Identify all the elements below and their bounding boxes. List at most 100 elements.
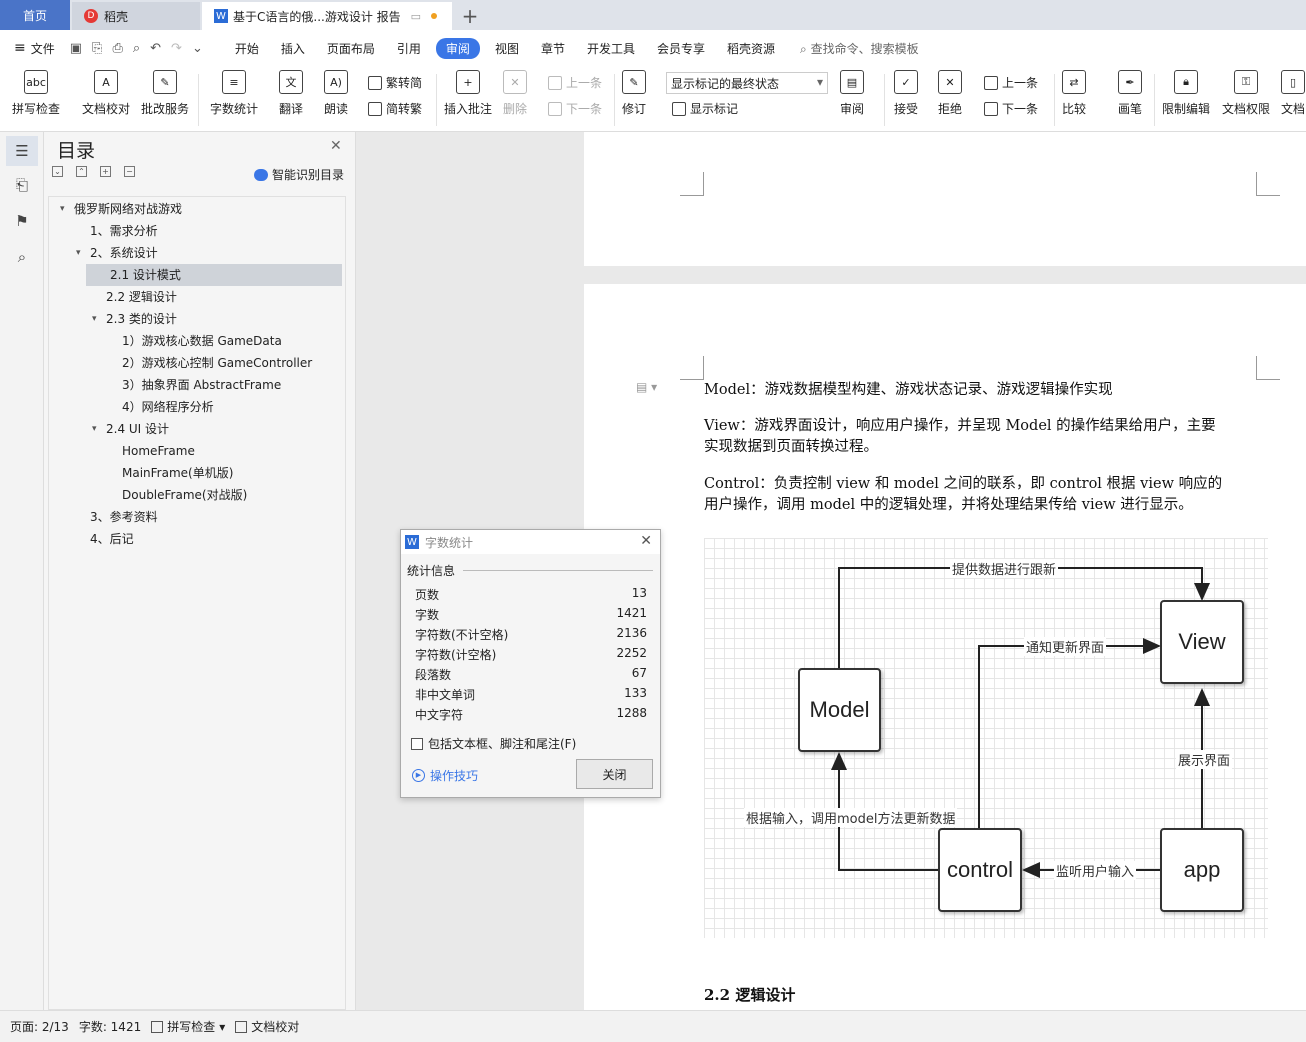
- word-count-indicator[interactable]: 字数: 1421: [79, 1018, 141, 1035]
- toc-item[interactable]: 4、后记: [44, 528, 356, 550]
- toc-item[interactable]: ▾ 俄罗斯网络对战游戏: [44, 198, 356, 220]
- toc-item[interactable]: 3、参考资料: [44, 506, 356, 528]
- status-spell-check[interactable]: 拼写检查 ▾: [151, 1018, 225, 1035]
- ribbon-divider: [884, 74, 885, 126]
- next-comment-button[interactable]: 下一条: [548, 100, 602, 117]
- menu-start[interactable]: 开始: [235, 40, 259, 57]
- chevron-down-icon[interactable]: ▾: [76, 242, 81, 264]
- menu-member[interactable]: 会员专享: [657, 40, 705, 57]
- toc-item[interactable]: 1、需求分析: [44, 220, 356, 242]
- toc-item[interactable]: 3）抽象界面 AbstractFrame: [44, 374, 356, 396]
- pen-button[interactable]: ✒ 画笔: [1118, 70, 1142, 117]
- chevron-down-icon[interactable]: ▾: [60, 198, 65, 220]
- proofread-icon: [235, 1020, 248, 1033]
- tab-home[interactable]: 首页: [0, 0, 70, 30]
- chevron-down-icon[interactable]: ⌄: [192, 41, 203, 56]
- menu-doke-resources[interactable]: 稻壳资源: [727, 40, 775, 57]
- menu-insert[interactable]: 插入: [281, 40, 305, 57]
- page-indicator[interactable]: 页面: 2/13: [10, 1018, 69, 1035]
- document-page: ▤ ▾ Model：游戏数据模型构建、游戏状态记录、游戏逻辑操作实现 View：…: [584, 284, 1306, 1010]
- smart-toc-button[interactable]: 智能识别目录: [254, 166, 344, 183]
- accept-button[interactable]: ✓ 接受: [894, 70, 918, 117]
- toc-item[interactable]: ▾ 2.3 类的设计: [44, 308, 356, 330]
- proofread-button[interactable]: A 文档校对: [82, 70, 130, 117]
- menu-review[interactable]: 审阅: [435, 37, 480, 59]
- status-proofread[interactable]: 文档校对: [235, 1018, 299, 1035]
- doc-more-button[interactable]: ▯ 文档: [1281, 70, 1305, 117]
- menu-view[interactable]: 视图: [495, 40, 519, 57]
- close-icon[interactable]: ✕: [330, 138, 342, 154]
- tab-doke[interactable]: D 稻壳: [72, 2, 200, 30]
- redo-icon[interactable]: ↷: [171, 41, 182, 56]
- toc-item[interactable]: ▾ 2、系统设计: [44, 242, 356, 264]
- review-pane-button[interactable]: ▤ 审阅: [840, 70, 864, 117]
- menu-reference[interactable]: 引用: [397, 40, 421, 57]
- track-changes-button[interactable]: ✎ 修订: [622, 70, 646, 117]
- show-marks-button[interactable]: 显示标记: [672, 100, 738, 117]
- close-button[interactable]: 关闭: [576, 759, 653, 789]
- menu-devtools[interactable]: 开发工具: [587, 40, 635, 57]
- bookmark-icon[interactable]: ⚑: [12, 212, 32, 232]
- insert-comment-icon: +: [456, 70, 480, 94]
- toc-item[interactable]: DoubleFrame(对战版): [44, 484, 356, 506]
- chapter-nav-icon[interactable]: ⎗: [12, 176, 32, 196]
- toc-item[interactable]: 2.2 逻辑设计: [44, 286, 356, 308]
- remove-heading-icon[interactable]: −: [124, 166, 135, 177]
- spell-check-button[interactable]: abc 拼写检查: [12, 70, 60, 117]
- display-state-select[interactable]: 显示标记的最终状态: [666, 72, 828, 94]
- word-count-button[interactable]: ≡ 字数统计: [210, 70, 258, 117]
- menu-layout[interactable]: 页面布局: [327, 40, 375, 57]
- toc-panel-icon[interactable]: ☰: [6, 136, 38, 166]
- toc-item[interactable]: 2.1 设计模式: [86, 264, 342, 286]
- tips-link[interactable]: ▶ 操作技巧: [412, 767, 478, 784]
- undo-icon[interactable]: ↶: [150, 41, 161, 56]
- toc-item[interactable]: MainFrame(单机版): [44, 462, 356, 484]
- print-icon[interactable]: ⎙: [112, 41, 122, 56]
- prev-change-button[interactable]: 上一条: [984, 74, 1038, 91]
- delete-comment-button[interactable]: ✕ 删除: [503, 70, 527, 117]
- file-menu[interactable]: ≡ 文件: [14, 40, 55, 57]
- toc-item[interactable]: 1）游戏核心数据 GameData: [44, 330, 356, 352]
- monitor-icon[interactable]: ▭: [411, 10, 421, 23]
- toc-panel: 目录 ✕ ⌄ ⌃ + − 智能识别目录 ▾ 俄罗斯网络对战游戏 1、需求分析 ▾ 2、系…: [44, 132, 356, 1010]
- simp-to-trad-button[interactable]: 简转繁: [368, 100, 422, 117]
- add-heading-icon[interactable]: +: [100, 166, 111, 177]
- reject-button[interactable]: ✕ 拒绝: [938, 70, 962, 117]
- tab-document[interactable]: W 基于C语言的俄...游戏设计 报告 ▭: [202, 2, 452, 30]
- collapse-all-icon[interactable]: ⌄: [52, 166, 63, 177]
- trad-to-simp-button[interactable]: 繁转简: [368, 74, 422, 91]
- new-tab-button[interactable]: +: [458, 2, 482, 30]
- toc-item[interactable]: ▾ 2.4 UI 设计: [44, 418, 356, 440]
- prev-comment-button[interactable]: 上一条: [548, 74, 602, 91]
- stat-value: 2252: [616, 646, 647, 660]
- toc-item[interactable]: 2）游戏核心控制 GameController: [44, 352, 356, 374]
- next-change-button[interactable]: 下一条: [984, 100, 1038, 117]
- expand-all-icon[interactable]: ⌃: [76, 166, 87, 177]
- print-preview-icon[interactable]: ⌕: [133, 41, 140, 56]
- include-textbox-checkbox[interactable]: 包括文本框、脚注和尾注(F): [411, 735, 576, 752]
- export-pdf-icon[interactable]: ⎘: [92, 41, 102, 56]
- track-changes-icon: ✎: [622, 70, 646, 94]
- restrict-edit-button[interactable]: 🔒︎ 限制编辑: [1162, 70, 1210, 117]
- search-icon[interactable]: ⌕: [12, 248, 32, 268]
- command-search[interactable]: ⌕ 查找命令、搜索模板: [800, 40, 919, 57]
- toc-item[interactable]: HomeFrame: [44, 440, 356, 462]
- paragraph-handle-icon[interactable]: ▤ ▾: [636, 380, 657, 394]
- chevron-down-icon[interactable]: ▾: [92, 308, 97, 330]
- menu-chapter[interactable]: 章节: [541, 40, 565, 57]
- dialog-titlebar[interactable]: W 字数统计: [401, 530, 660, 554]
- annotate-service-button[interactable]: ✎ 批改服务: [141, 70, 189, 117]
- compare-button[interactable]: ⇄ 比较: [1062, 70, 1086, 117]
- toc-item[interactable]: 4）网络程序分析: [44, 396, 356, 418]
- menu-bar: ≡ 文件 ▣ ⎘ ⎙ ⌕ ↶ ↷ ⌄ 开始 插入 页面布局 引用 审阅 视图 章节…: [0, 30, 1306, 66]
- translate-button[interactable]: 文翻译: [279, 70, 303, 117]
- chevron-down-icon[interactable]: ▾: [92, 418, 97, 440]
- save-icon[interactable]: ▣: [70, 41, 82, 56]
- toc-item-label: 4、后记: [90, 532, 134, 546]
- read-aloud-button[interactable]: A) 朗读: [324, 70, 348, 117]
- doc-permission-button[interactable]: ⚿ 文档权限: [1222, 70, 1270, 117]
- paragraph-view-line1: View：游戏界面设计，响应用户操作，并呈现 Model 的操作结果给用户，主要: [704, 418, 1216, 434]
- insert-comment-button[interactable]: + 插入批注: [444, 70, 492, 117]
- close-icon[interactable]: ✕: [640, 533, 652, 549]
- prev-change-icon: [984, 75, 998, 90]
